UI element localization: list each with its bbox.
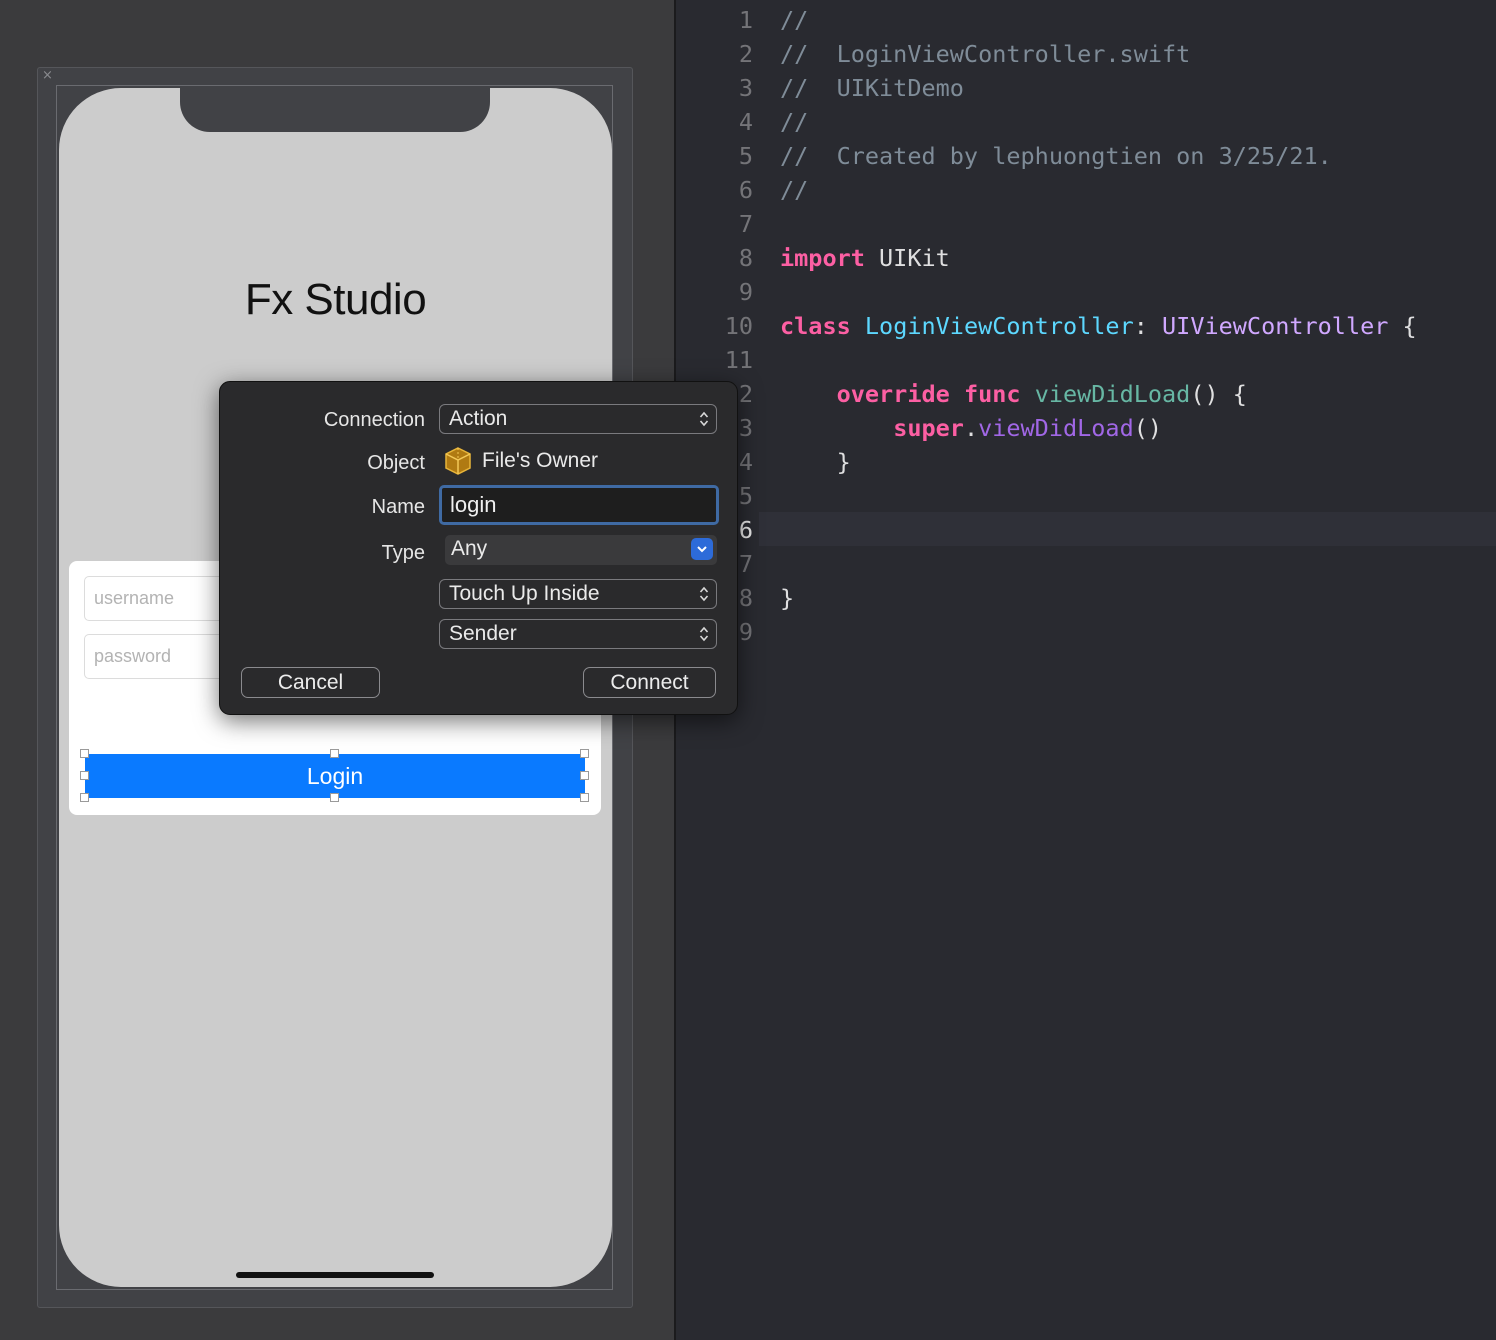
line-number: 4 [738, 108, 753, 136]
code-token: // UIKitDemo [780, 74, 964, 102]
arguments-popup[interactable]: Sender [439, 619, 717, 649]
name-field[interactable] [439, 485, 719, 525]
code-token: class [780, 312, 851, 340]
type-value: Any [451, 537, 488, 560]
home-indicator [236, 1272, 434, 1278]
code-token: func [963, 380, 1021, 408]
object-label: Object [367, 452, 425, 474]
connection-value: Action [449, 407, 508, 430]
cube-icon [445, 447, 471, 475]
scene-close-icon[interactable]: × [41, 69, 54, 82]
name-input[interactable] [442, 488, 716, 522]
selection-handle-bottom[interactable] [330, 793, 339, 802]
type-dropdown-button[interactable] [691, 538, 713, 560]
current-line-highlight [759, 512, 1496, 546]
code-line[interactable]: super.viewDidLoad() [780, 411, 1162, 445]
code-token: viewDidLoad [1034, 380, 1191, 408]
code-token: UIKit [864, 244, 950, 272]
connection-popup[interactable]: Action [439, 404, 717, 434]
chevron-down-icon [697, 546, 707, 553]
name-label: Name [371, 496, 425, 518]
selection-handle-top-right[interactable] [580, 749, 589, 758]
selection-handle-right[interactable] [580, 771, 589, 780]
code-token: } [780, 448, 851, 476]
code-token: // [780, 176, 809, 204]
code-token: () { [1190, 380, 1247, 408]
connect-button[interactable]: Connect [583, 667, 716, 698]
arguments-value: Sender [449, 622, 517, 645]
code-token: viewDidLoad [978, 414, 1134, 442]
code-line[interactable]: // LoginViewController.swift [780, 37, 1190, 71]
code-token: . [963, 414, 979, 442]
type-label: Type [381, 542, 425, 564]
object-value: File's Owner [482, 449, 599, 472]
selection-handle-left[interactable] [80, 771, 89, 780]
line-number: 3 [738, 74, 753, 102]
code-token: // LoginViewController.swift [780, 40, 1191, 68]
code-line[interactable]: override func viewDidLoad() { [780, 377, 1247, 411]
login-button[interactable]: Login [85, 754, 585, 798]
cancel-button[interactable]: Cancel [241, 667, 380, 698]
code-line[interactable]: // UIKitDemo [780, 71, 964, 105]
selection-handle-bottom-left[interactable] [80, 793, 89, 802]
selection-handle-top[interactable] [330, 749, 339, 758]
line-number: 10 [724, 312, 753, 340]
connection-label: Connection [323, 409, 425, 431]
code-token: () [1133, 414, 1163, 442]
selection-handle-bottom-right[interactable] [580, 793, 589, 802]
line-number: 7 [738, 210, 753, 238]
line-number: 2 [738, 40, 753, 68]
code-token: // [780, 108, 809, 136]
code-token: // Created by lephuongtien on 3/25/21. [780, 142, 1332, 170]
up-down-chevron-icon [699, 411, 709, 427]
selection-handle-top-left[interactable] [80, 749, 89, 758]
event-value: Touch Up Inside [449, 582, 600, 605]
event-popup[interactable]: Touch Up Inside [439, 579, 717, 609]
device-notch [180, 88, 490, 132]
code-line[interactable]: } [780, 445, 851, 479]
code-line[interactable]: // [780, 105, 808, 139]
line-number: 11 [724, 346, 753, 374]
up-down-chevron-icon [699, 626, 709, 642]
code-line[interactable]: import UIKit [780, 241, 950, 275]
code-line[interactable]: // Created by lephuongtien on 3/25/21. [780, 139, 1332, 173]
code-line[interactable]: // [780, 173, 808, 207]
line-number: 5 [738, 142, 753, 170]
app-title-label[interactable]: Fx Studio [59, 275, 612, 325]
line-number: 8 [738, 244, 753, 272]
code-token: : [1133, 312, 1163, 340]
code-line[interactable]: // [780, 3, 808, 37]
line-number: 1 [738, 6, 753, 34]
line-number: 9 [738, 278, 753, 306]
code-line[interactable]: class LoginViewController: UIViewControl… [780, 309, 1417, 343]
code-token: super [893, 414, 964, 442]
code-token: } [780, 584, 795, 612]
code-token: override [836, 380, 950, 408]
up-down-chevron-icon [699, 586, 709, 602]
code-token: { [1388, 312, 1417, 340]
line-number: 6 [738, 176, 753, 204]
code-line[interactable]: } [780, 581, 794, 615]
code-token: import [780, 244, 865, 272]
code-token: LoginViewController [864, 312, 1134, 340]
code-token: // [780, 6, 809, 34]
connection-popover[interactable]: Connection Action Object File's Owner Na… [219, 381, 738, 715]
code-token: UIViewController [1162, 312, 1389, 340]
code-editor[interactable]: 1 2 3 4 5 6 7 8 9 10 11 2 3 4 5 6 7 8 9 //// LoginViewCont… [674, 0, 1496, 1340]
type-combo-box[interactable]: Any [445, 535, 717, 565]
